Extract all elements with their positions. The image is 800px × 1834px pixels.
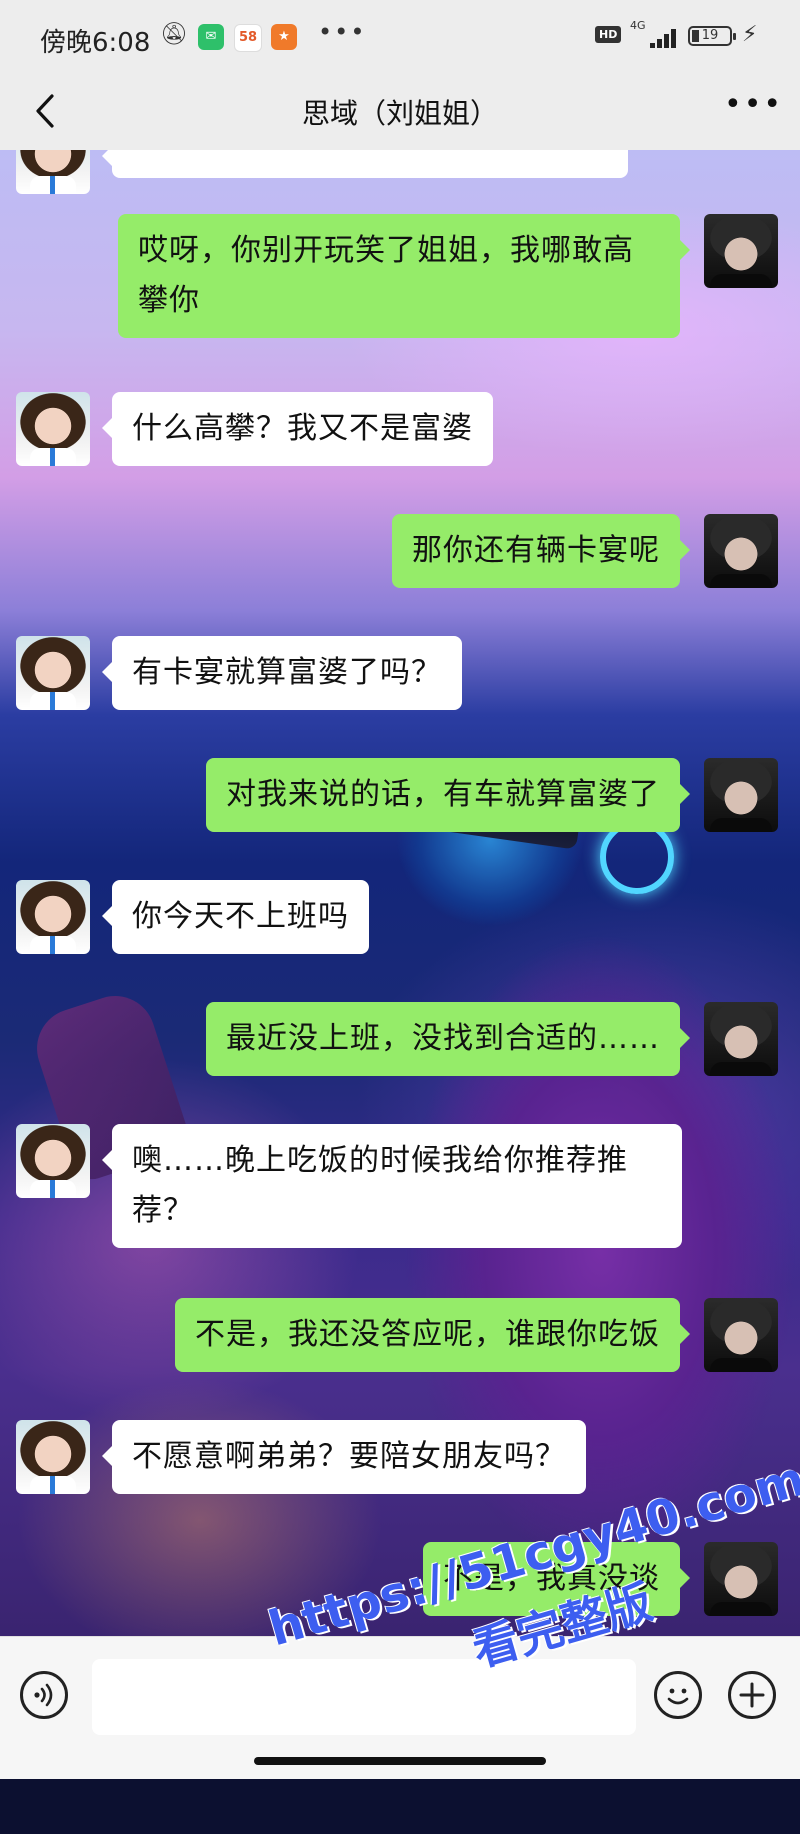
- charging-icon: ⚡︎: [742, 22, 758, 47]
- contact-avatar[interactable]: [16, 1420, 90, 1494]
- message-bubble[interactable]: 那你还有辆卡宴呢: [392, 514, 690, 588]
- wechat-icon: ✉︎: [198, 24, 224, 50]
- my-avatar[interactable]: [704, 1298, 778, 1372]
- my-avatar[interactable]: [704, 758, 778, 832]
- emoji-button[interactable]: [654, 1671, 702, 1719]
- contact-avatar[interactable]: [16, 150, 90, 194]
- message-bubble[interactable]: 不是，我真没谈: [423, 1542, 690, 1616]
- home-indicator[interactable]: [254, 1757, 546, 1765]
- message-list[interactable]: 哎呀，你别开玩笑了姐姐，我哪敢高攀你 什么高攀？我又不是富婆 那你还有辆卡宴呢 …: [0, 150, 800, 1636]
- bird-app-icon: ★: [271, 24, 297, 50]
- message-bubble[interactable]: 你今天不上班吗: [102, 880, 369, 954]
- mute-bell-icon: 🔕︎: [160, 22, 188, 47]
- message-bubble-partial[interactable]: [102, 150, 628, 178]
- status-bar: 傍晚6:08 🔕︎ ✉︎ 58 ★ ••• HD 4G 19 ⚡︎: [0, 0, 800, 76]
- message-bubble[interactable]: 对我来说的话，有车就算富婆了: [206, 758, 690, 832]
- message-bubble[interactable]: 有卡宴就算富婆了吗？: [102, 636, 462, 710]
- message-bubble[interactable]: 什么高攀？我又不是富婆: [102, 392, 493, 466]
- message-input[interactable]: [92, 1659, 636, 1735]
- message-bubble[interactable]: 哎呀，你别开玩笑了姐姐，我哪敢高攀你: [118, 214, 690, 338]
- status-time: 傍晚6:08: [40, 28, 151, 58]
- contact-avatar[interactable]: [16, 880, 90, 954]
- emoji-icon: [667, 1688, 689, 1705]
- voice-button[interactable]: [20, 1671, 68, 1719]
- message-bubble[interactable]: 不愿意啊弟弟？要陪女朋友吗？: [102, 1420, 586, 1494]
- app-58-icon: 58: [234, 24, 262, 52]
- message-input-bar: [0, 1636, 800, 1779]
- plus-icon: [739, 1682, 765, 1708]
- battery-level: 19: [701, 28, 719, 43]
- more-button[interactable]: •••: [724, 86, 781, 136]
- battery-icon: 19: [688, 26, 736, 46]
- voice-icon: [34, 1683, 53, 1707]
- contact-avatar[interactable]: [16, 1124, 90, 1198]
- my-avatar[interactable]: [704, 514, 778, 588]
- message-bubble[interactable]: 噢……晚上吃饭的时候我给你推荐推荐？: [102, 1124, 682, 1248]
- my-avatar[interactable]: [704, 1542, 778, 1616]
- chat-title: 思域（刘姐姐）: [301, 97, 498, 130]
- my-avatar[interactable]: [704, 1002, 778, 1076]
- contact-avatar[interactable]: [16, 636, 90, 710]
- message-bubble[interactable]: 最近没上班，没找到合适的……: [206, 1002, 690, 1076]
- network-type: 4G: [630, 19, 646, 32]
- more-icon: •••: [724, 87, 784, 122]
- my-avatar[interactable]: [704, 214, 778, 288]
- message-bubble[interactable]: 不是，我还没答应呢，谁跟你吃饭: [175, 1298, 690, 1372]
- chat-header: 思域（刘姐姐） •••: [0, 76, 800, 150]
- plus-button[interactable]: [728, 1671, 776, 1719]
- signal-icon: [650, 26, 680, 48]
- hd-icon: HD: [595, 26, 622, 43]
- contact-avatar[interactable]: [16, 392, 90, 466]
- more-notifications-icon: •••: [318, 18, 367, 46]
